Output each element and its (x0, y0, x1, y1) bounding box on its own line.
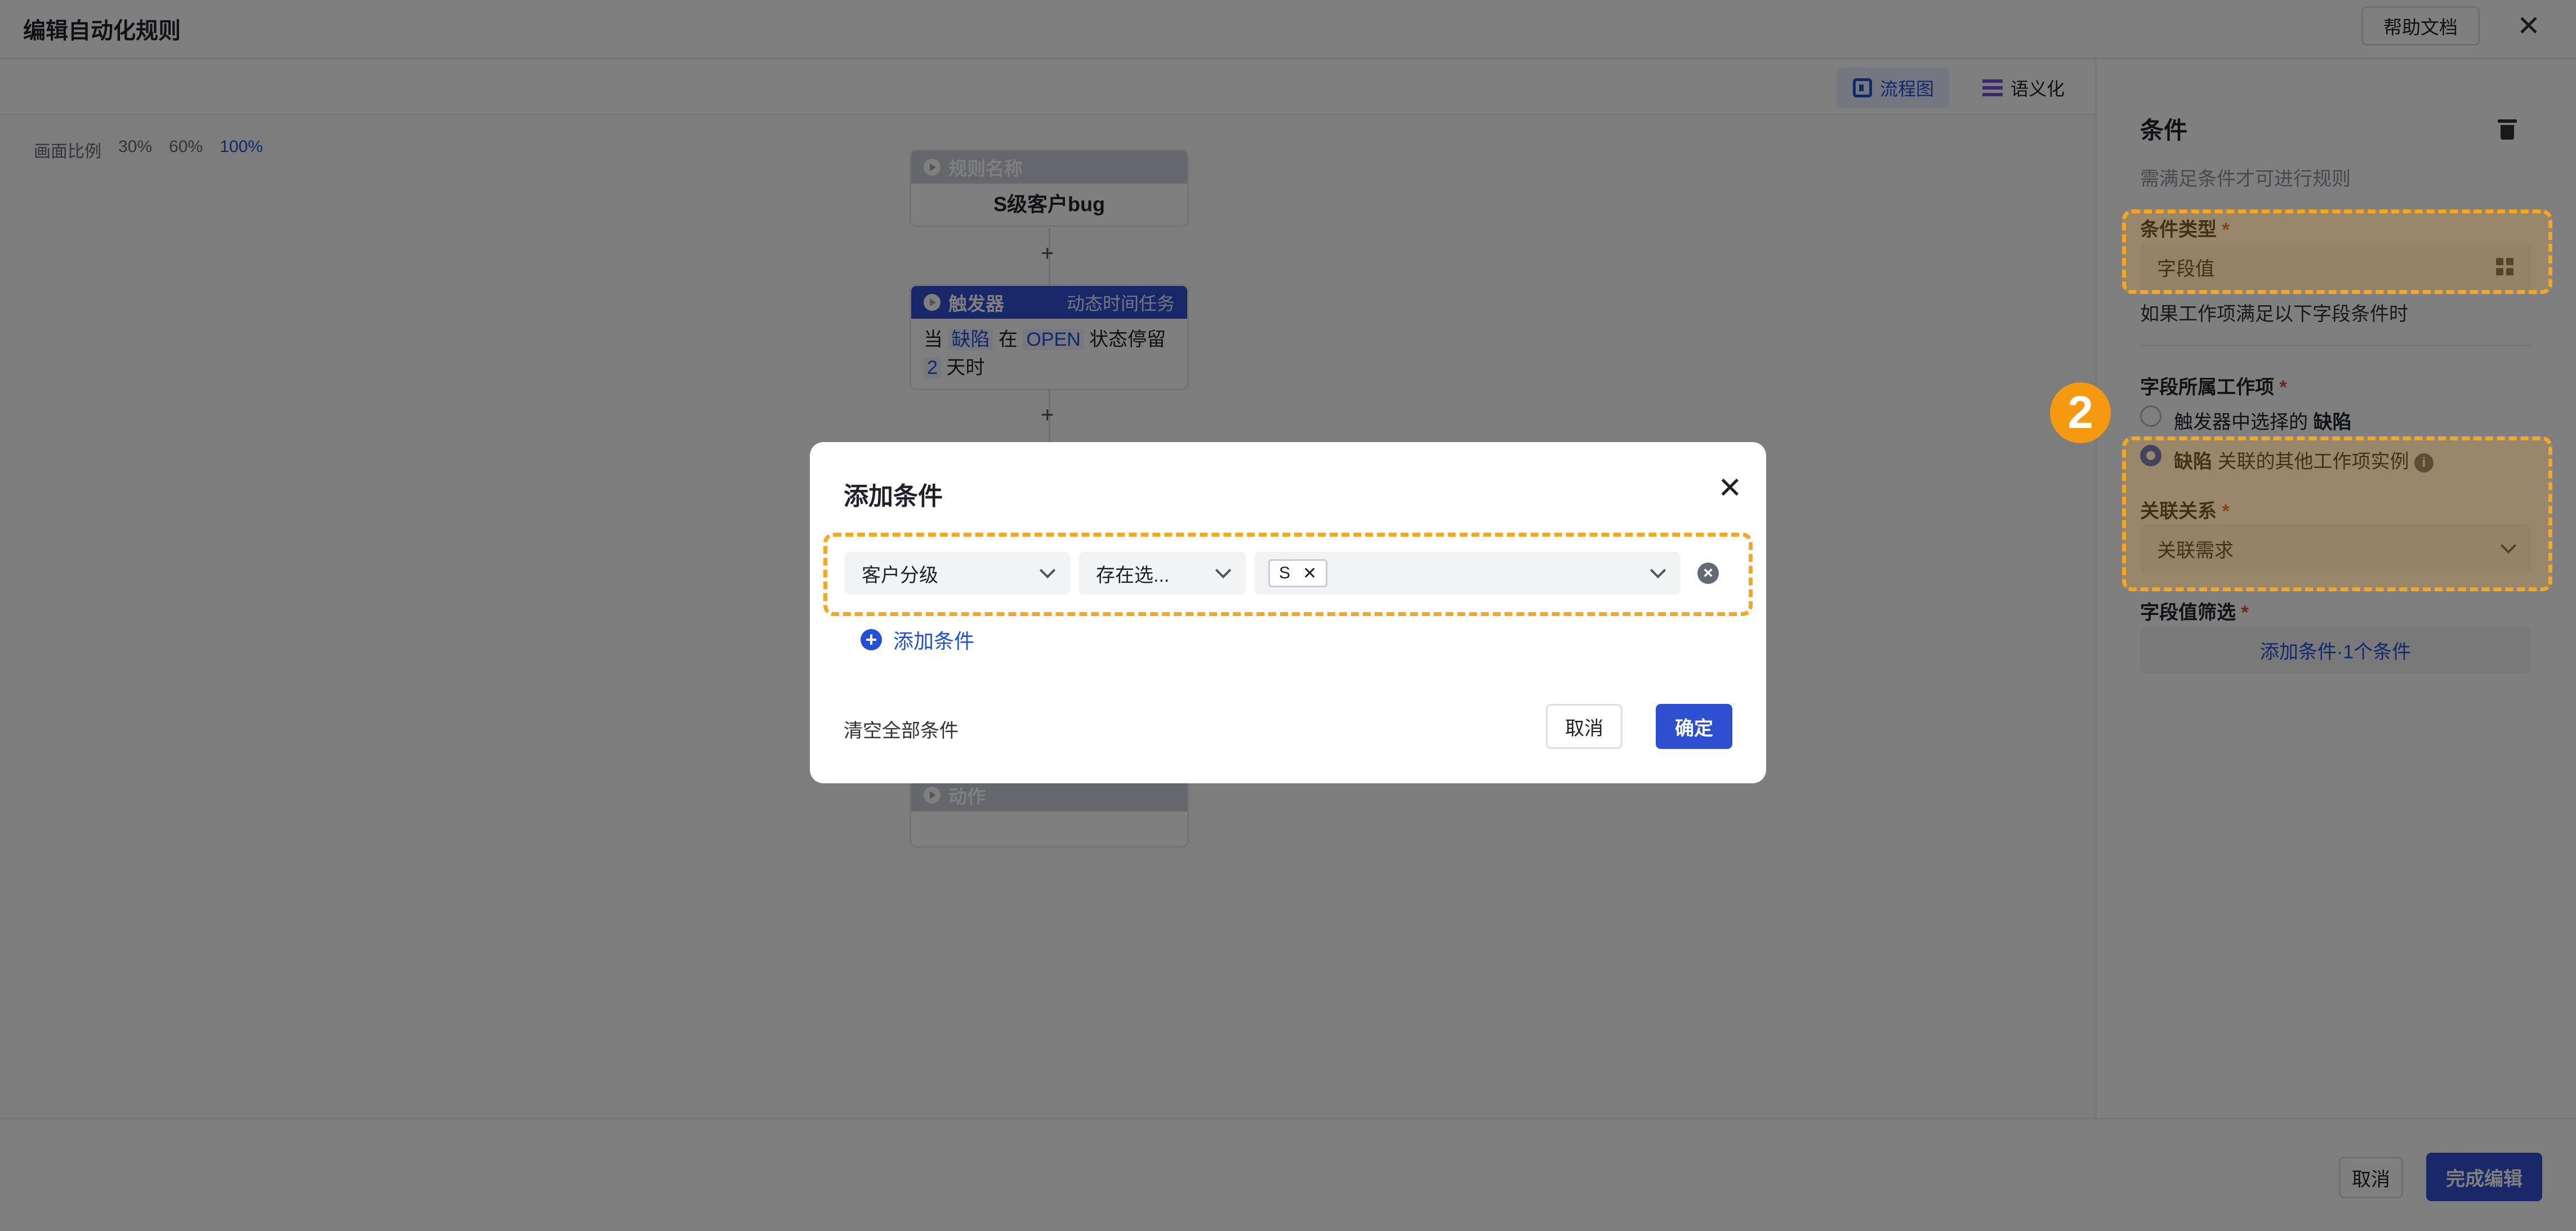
modal-close-icon[interactable]: ✕ (1718, 471, 1742, 505)
highlight-condition-type (2122, 209, 2552, 294)
add-condition-link-label: 添加条件 (893, 630, 975, 653)
modal-cancel-button[interactable]: 取消 (1546, 704, 1623, 749)
clear-all-conditions[interactable]: 清空全部条件 (844, 715, 959, 743)
step-badge: 2 (2050, 382, 2111, 443)
highlight-condition-row (823, 533, 1753, 616)
modal-confirm-button[interactable]: 确定 (1656, 704, 1732, 749)
plus-circle-icon: + (861, 629, 882, 650)
add-condition-link[interactable]: + 添加条件 (861, 625, 974, 654)
modal-title: 添加条件 (844, 483, 943, 510)
highlight-related-item (2122, 436, 2552, 591)
